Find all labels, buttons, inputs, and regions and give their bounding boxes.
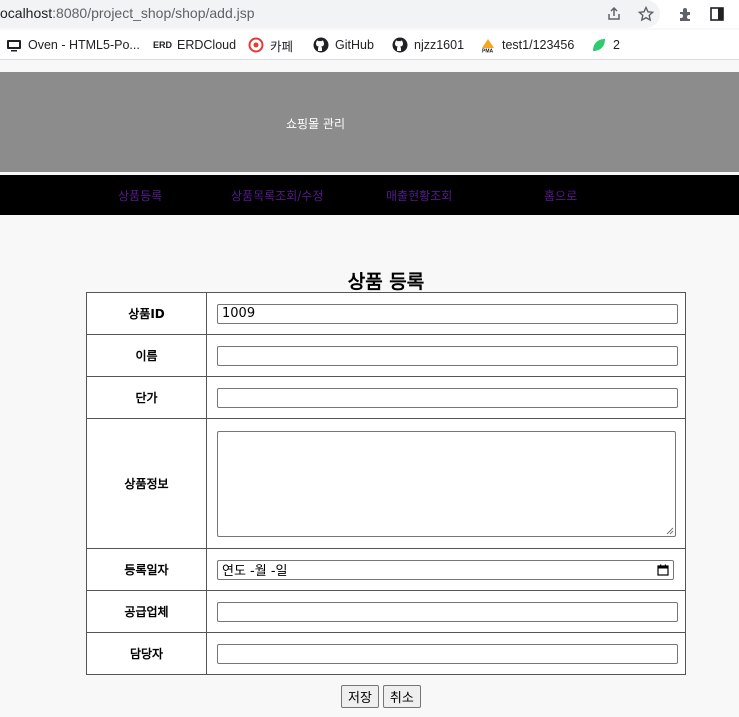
field-label: 단가 (86, 376, 207, 419)
bookmarks-bar: Oven - HTML5-Po... ERD ERDCloud 카페 GitHu… (0, 30, 739, 60)
form-buttons: 저장 취소 (341, 685, 421, 708)
github-icon (392, 37, 408, 53)
nav-sales-status[interactable]: 매출현황조회 (386, 187, 452, 204)
resize-grip-icon[interactable] (666, 527, 674, 535)
product-info-textarea[interactable] (217, 430, 676, 537)
field-label: 상품ID (86, 292, 207, 335)
extensions-icon[interactable] (676, 4, 696, 24)
field-label: 상품정보 (86, 418, 207, 549)
github-icon (313, 37, 329, 53)
calendar-icon[interactable] (657, 564, 669, 576)
form-row-name: 이름 (86, 334, 686, 377)
field-label: 담당자 (86, 632, 207, 675)
field-label: 등록일자 (86, 548, 207, 591)
form-row-product-id: 상품ID 1009 (86, 292, 686, 335)
bookmark-label: Oven - HTML5-Po... (28, 38, 140, 52)
url-text[interactable]: ocalhost:8080/project_shop/shop/add.jsp (0, 5, 255, 21)
bookmark-label: ERDCloud (177, 38, 237, 52)
form-row-manager: 담당자 (86, 632, 686, 675)
site-header: 쇼핑몰 관리 (0, 72, 739, 172)
price-input[interactable] (217, 387, 678, 408)
supplier-input[interactable] (217, 601, 678, 622)
save-button[interactable]: 저장 (341, 685, 379, 708)
bookmark-label: 2 (613, 38, 620, 52)
leaf-icon (591, 37, 607, 53)
product-id-input[interactable]: 1009 (217, 303, 678, 324)
erd-icon: ERD (153, 40, 173, 50)
nav-product-list[interactable]: 상품목록조회/수정 (231, 187, 323, 204)
main-content: 상품 등록 상품ID 1009 이름 단가 상품정보 등록일자 연도 -월 -일… (0, 215, 739, 717)
share-icon[interactable] (604, 4, 624, 24)
register-date-input[interactable]: 연도 -월 -일 (217, 559, 674, 580)
cafe-icon (248, 37, 264, 53)
product-form-table: 상품ID 1009 이름 단가 상품정보 등록일자 연도 -월 -일 공급업체 … (86, 292, 686, 675)
bookmark-erdcloud[interactable]: ERD ERDCloud (153, 36, 236, 54)
field-label: 공급업체 (86, 590, 207, 633)
page-title: 상품 등록 (347, 271, 425, 293)
sidepanel-icon[interactable] (707, 4, 727, 24)
form-row-supplier: 공급업체 (86, 590, 686, 633)
bookmark-pma[interactable]: PMA test1/123456 (480, 36, 575, 55)
browser-toolbar: ocalhost:8080/project_shop/shop/add.jsp (0, 0, 739, 28)
nav-product-register[interactable]: 상품등록 (118, 187, 162, 204)
cancel-button[interactable]: 취소 (382, 685, 421, 708)
bookmark-2[interactable]: 2 (591, 36, 620, 54)
form-row-date: 등록일자 연도 -월 -일 (86, 548, 686, 591)
bookmark-label: njzz1601 (414, 38, 465, 52)
bookmark-github[interactable]: GitHub (313, 36, 374, 54)
form-row-info: 상품정보 (86, 418, 686, 549)
name-input[interactable] (217, 345, 678, 366)
date-value: 연도 -월 -일 (222, 564, 288, 579)
bookmark-label: GitHub (335, 38, 374, 52)
form-row-price: 단가 (86, 376, 686, 419)
bookmark-oven[interactable]: Oven - HTML5-Po... (6, 36, 140, 54)
url-path: :8080/project_shop/shop/add.jsp (52, 5, 255, 21)
bookmark-cafe[interactable]: 카페 (248, 36, 293, 54)
bookmark-label: test1/123456 (502, 38, 575, 52)
monitor-icon (6, 37, 22, 53)
nav-home[interactable]: 홈으로 (544, 187, 577, 204)
pma-icon: PMA (480, 37, 496, 55)
header-title: 쇼핑몰 관리 (286, 117, 346, 131)
manager-input[interactable] (217, 643, 678, 664)
field-label: 이름 (86, 334, 207, 377)
bookmark-label: 카페 (270, 39, 294, 54)
main-nav: 상품등록 상품목록조회/수정 매출현황조회 홈으로 (0, 175, 739, 215)
svg-text:PMA: PMA (482, 49, 494, 54)
url-host: ocalhost (0, 5, 53, 21)
star-icon[interactable] (636, 4, 656, 24)
bookmark-njzz1601[interactable]: njzz1601 (392, 36, 464, 54)
